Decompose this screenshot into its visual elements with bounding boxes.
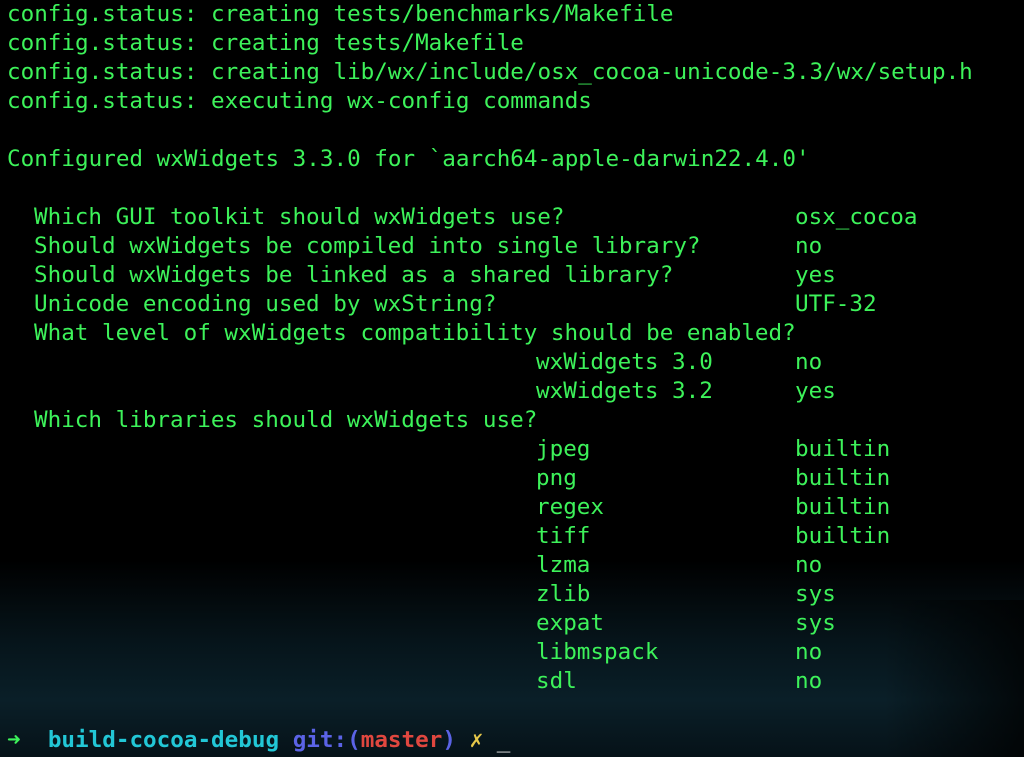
lib-name-expat: expat [536, 610, 605, 636]
lib-value-sdl: no [795, 668, 823, 694]
lib-value-expat: sys [795, 610, 836, 636]
prompt-paren-close: ) [442, 727, 456, 753]
answer-gui-toolkit: osx_cocoa [795, 204, 918, 230]
terminal-cursor[interactable]: _ [497, 727, 511, 753]
lib-name-sdl: sdl [536, 668, 577, 694]
terminal-window[interactable]: config.status: creating tests/benchmarks… [0, 0, 1024, 757]
answer-shared-library: yes [795, 262, 836, 288]
lib-value-libmspack: no [795, 639, 823, 665]
prompt-branch: master [360, 727, 443, 753]
lib-value-lzma: no [795, 552, 823, 578]
prompt-dirty-icon: ✗ [469, 727, 484, 753]
lib-name-libmspack: libmspack [536, 639, 659, 665]
lib-name-zlib: zlib [536, 581, 591, 607]
shell-prompt[interactable]: ➜ build-cocoa-debug git:(master) ✗ _ [7, 726, 510, 755]
lib-name-jpeg: jpeg [536, 436, 591, 462]
compat-name-3-0: wxWidgets 3.0 [536, 349, 713, 375]
output-line-2: config.status: creating tests/Makefile [7, 30, 524, 56]
lib-value-png: builtin [795, 465, 891, 491]
lib-value-jpeg: builtin [795, 436, 891, 462]
question-libraries: Which libraries should wxWidgets use? [34, 407, 538, 433]
output-line-3: config.status: creating lib/wx/include/o… [7, 59, 973, 85]
question-unicode-encoding: Unicode encoding used by wxString? [34, 291, 497, 317]
lib-value-regex: builtin [795, 494, 891, 520]
lib-value-tiff: builtin [795, 523, 891, 549]
lib-name-regex: regex [536, 494, 605, 520]
answer-single-library: no [795, 233, 823, 259]
lib-name-png: png [536, 465, 577, 491]
prompt-arrow-icon: ➜ [7, 727, 21, 753]
prompt-git-label: git: [292, 727, 348, 753]
question-gui-toolkit: Which GUI toolkit should wxWidgets use? [34, 204, 565, 230]
output-line-1: config.status: creating tests/benchmarks… [7, 1, 674, 27]
lib-name-tiff: tiff [536, 523, 591, 549]
compat-name-3-2: wxWidgets 3.2 [536, 378, 713, 404]
compat-value-3-0: no [795, 349, 823, 375]
question-compatibility: What level of wxWidgets compatibility sh… [34, 320, 796, 346]
prompt-paren-open: ( [347, 727, 361, 753]
lib-value-zlib: sys [795, 581, 836, 607]
prompt-directory: build-cocoa-debug [47, 727, 280, 753]
question-single-library: Should wxWidgets be compiled into single… [34, 233, 701, 259]
lib-name-lzma: lzma [536, 552, 591, 578]
output-line-4: config.status: executing wx-config comma… [7, 88, 592, 114]
answer-unicode-encoding: UTF-32 [795, 291, 877, 317]
question-shared-library: Should wxWidgets be linked as a shared l… [34, 262, 674, 288]
configured-line: Configured wxWidgets 3.3.0 for `aarch64-… [7, 146, 810, 172]
compat-value-3-2: yes [795, 378, 836, 404]
